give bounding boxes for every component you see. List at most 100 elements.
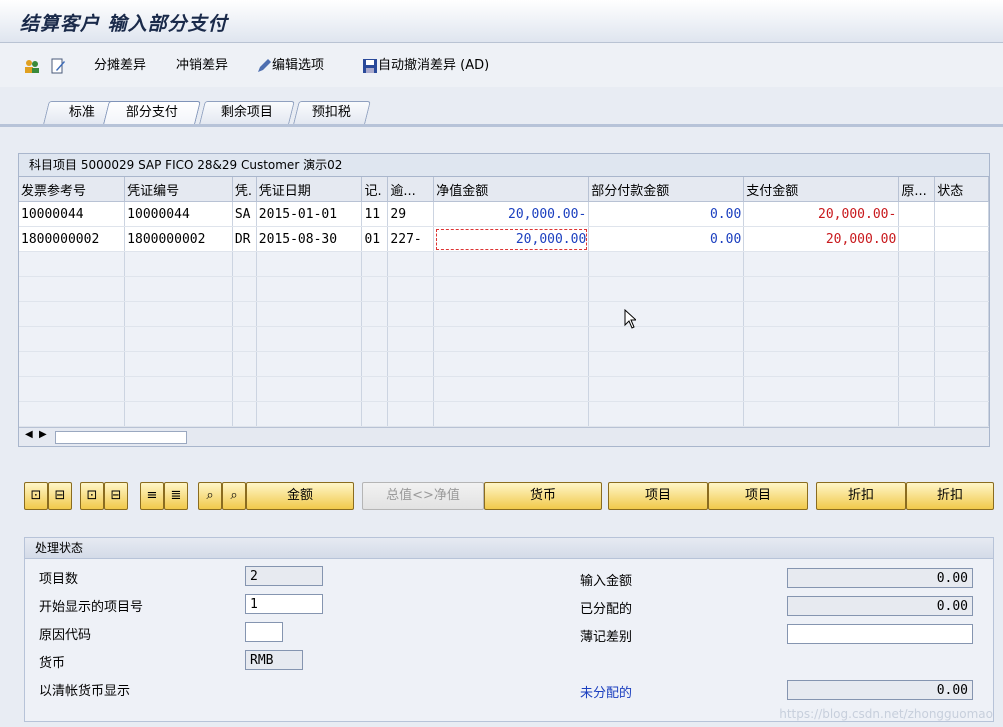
partial-amount-cell[interactable]: 0.00	[588, 201, 745, 227]
discount-button-2[interactable]: 折扣	[906, 482, 994, 510]
col-doc-date[interactable]: 凭证日期	[256, 177, 363, 202]
auto-writeoff-button[interactable]: 自动撤消差异 (AD)	[362, 57, 489, 75]
overdue-cell: 29	[387, 201, 435, 227]
amount-button[interactable]: 金额	[246, 482, 354, 510]
doc-type-cell: DR	[232, 226, 257, 252]
col-partial-amount[interactable]: 部分付款金额	[588, 177, 745, 202]
entered-amount-label: 输入金额	[580, 574, 633, 589]
page-title: 结算客户 输入部分支付	[20, 13, 228, 35]
reason-code-field[interactable]	[245, 622, 283, 642]
first-item-field[interactable]: 1	[245, 594, 323, 614]
toolbar: 分摊差异 冲销差异 编辑选项 自动撤消差异 (AD)	[0, 43, 1003, 87]
doc-no-cell: 10000044	[124, 201, 233, 227]
doc-no-cell: 1800000002	[124, 226, 233, 252]
currency-button[interactable]: 货币	[484, 482, 602, 510]
currency-label: 货币	[39, 656, 66, 671]
doc-date-cell: 2015-08-30	[256, 226, 363, 252]
col-doc-no[interactable]: 凭证编号	[124, 177, 233, 202]
col-status[interactable]: 状态	[934, 177, 989, 202]
status-cell	[934, 226, 989, 252]
processing-status-panel: 处理状态 项目数 2 开始显示的项目号 1 原因代码 货币 RMB 以清帐货币显…	[24, 537, 994, 722]
edit-options-button[interactable]: 编辑选项	[256, 57, 324, 75]
net-amount-cell: 20,000.00-	[433, 201, 590, 227]
discount-button-1[interactable]: 折扣	[816, 482, 906, 510]
first-item-label: 开始显示的项目号	[39, 600, 144, 615]
gross-net-button[interactable]: 总值<>净值	[362, 482, 484, 510]
payment-amount-cell[interactable]: 20,000.00-	[743, 201, 900, 227]
find-next-icon[interactable]: ⌕	[222, 482, 246, 510]
doc-date-cell: 2015-01-01	[256, 201, 363, 227]
tab-partial-payment[interactable]: 部分支付	[103, 101, 201, 124]
empty-row	[19, 376, 989, 402]
item-button-2[interactable]: 项目	[708, 482, 808, 510]
item-count-field: 2	[245, 566, 323, 586]
tab-strip: 标准 部分支付 剩余项目 预扣税	[0, 98, 1003, 127]
table-row[interactable]: 1800000002 1800000002 DR 2015-08-30 01 2…	[19, 226, 989, 252]
scroll-thumb[interactable]	[55, 431, 187, 444]
table-row[interactable]: 10000044 10000044 SA 2015-01-01 11 29 20…	[19, 201, 989, 227]
watermark: https://blog.csdn.net/zhongguomao	[779, 707, 993, 721]
empty-row	[19, 351, 989, 377]
item-button-1[interactable]: 项目	[608, 482, 708, 510]
col-doc-type[interactable]: 凭.	[232, 177, 257, 202]
unassigned-label: 未分配的	[580, 686, 633, 701]
edit-document-icon[interactable]	[50, 57, 66, 75]
sort-descending-icon[interactable]: ≣	[164, 482, 188, 510]
tab-residual-items[interactable]: 剩余项目	[199, 101, 295, 124]
col-payment-amount[interactable]: 支付金额	[743, 177, 900, 202]
payment-amount-cell[interactable]: 20,000.00	[743, 226, 900, 252]
col-overdue[interactable]: 逾...	[387, 177, 435, 202]
posting-key-cell: 01	[361, 226, 389, 252]
deselect-all-icon[interactable]: ⊟	[48, 482, 72, 510]
net-amount-cell-focused: 20,000.00	[433, 226, 590, 252]
invoice-ref-cell: 10000044	[19, 201, 126, 227]
empty-row	[19, 251, 989, 277]
empty-row	[19, 326, 989, 352]
sort-ascending-icon[interactable]: ≡	[140, 482, 164, 510]
split-difference-button[interactable]: 分摊差异	[94, 57, 146, 75]
select-all-icon[interactable]: ⊡	[24, 482, 48, 510]
empty-row	[19, 276, 989, 302]
clearing-currency-label: 以清帐货币显示	[39, 684, 131, 699]
assigned-label: 已分配的	[580, 602, 633, 617]
writeoff-difference-button[interactable]: 冲销差异	[176, 57, 228, 75]
col-invoice-ref[interactable]: 发票参考号	[19, 177, 126, 202]
col-reason[interactable]: 原...	[898, 177, 936, 202]
title-bar: 结算客户 输入部分支付	[0, 0, 1003, 43]
posting-key-cell: 11	[361, 201, 389, 227]
reason-cell[interactable]	[898, 201, 936, 227]
col-posting-key[interactable]: 记.	[361, 177, 389, 202]
mouse-cursor-icon	[624, 309, 636, 329]
tab-withholding-tax[interactable]: 预扣税	[293, 101, 371, 124]
table-header-row: 发票参考号 凭证编号 凭. 凭证日期 记. 逾... 净值金额 部分付款金额 支…	[19, 177, 989, 202]
doc-type-cell: SA	[232, 201, 257, 227]
items-table: 发票参考号 凭证编号 凭. 凭证日期 记. 逾... 净值金额 部分付款金额 支…	[19, 177, 989, 427]
horizontal-scrollbar[interactable]: ◀ ▶	[19, 427, 989, 446]
empty-row	[19, 301, 989, 327]
assigned-field: 0.00	[787, 596, 973, 616]
find-icon[interactable]: ⌕	[198, 482, 222, 510]
overdue-cell: 227-	[387, 226, 435, 252]
pencil-icon	[258, 58, 271, 72]
posting-diff-field[interactable]	[787, 624, 973, 644]
unassigned-field: 0.00	[787, 680, 973, 700]
activate-items-icon[interactable]: ⊡	[80, 482, 104, 510]
deactivate-items-icon[interactable]: ⊟	[104, 482, 128, 510]
col-net-amount[interactable]: 净值金额	[433, 177, 590, 202]
status-cell	[934, 201, 989, 227]
people-icon[interactable]	[24, 57, 40, 75]
partial-amount-cell[interactable]: 0.00	[588, 226, 745, 252]
scroll-right-icon[interactable]: ▶	[39, 429, 47, 440]
reason-code-label: 原因代码	[39, 628, 92, 643]
scroll-left-icon[interactable]: ◀	[25, 429, 33, 440]
edit-options-label: 编辑选项	[272, 58, 325, 73]
entered-amount-field: 0.00	[787, 568, 973, 588]
save-icon	[363, 58, 377, 73]
reason-cell[interactable]	[898, 226, 936, 252]
status-header: 处理状态	[25, 538, 993, 559]
invoice-ref-cell: 1800000002	[19, 226, 126, 252]
posting-diff-label: 薄记差别	[580, 630, 633, 645]
empty-row	[19, 401, 989, 427]
auto-writeoff-label: 自动撤消差异 (AD)	[378, 58, 490, 73]
currency-field: RMB	[245, 650, 303, 670]
